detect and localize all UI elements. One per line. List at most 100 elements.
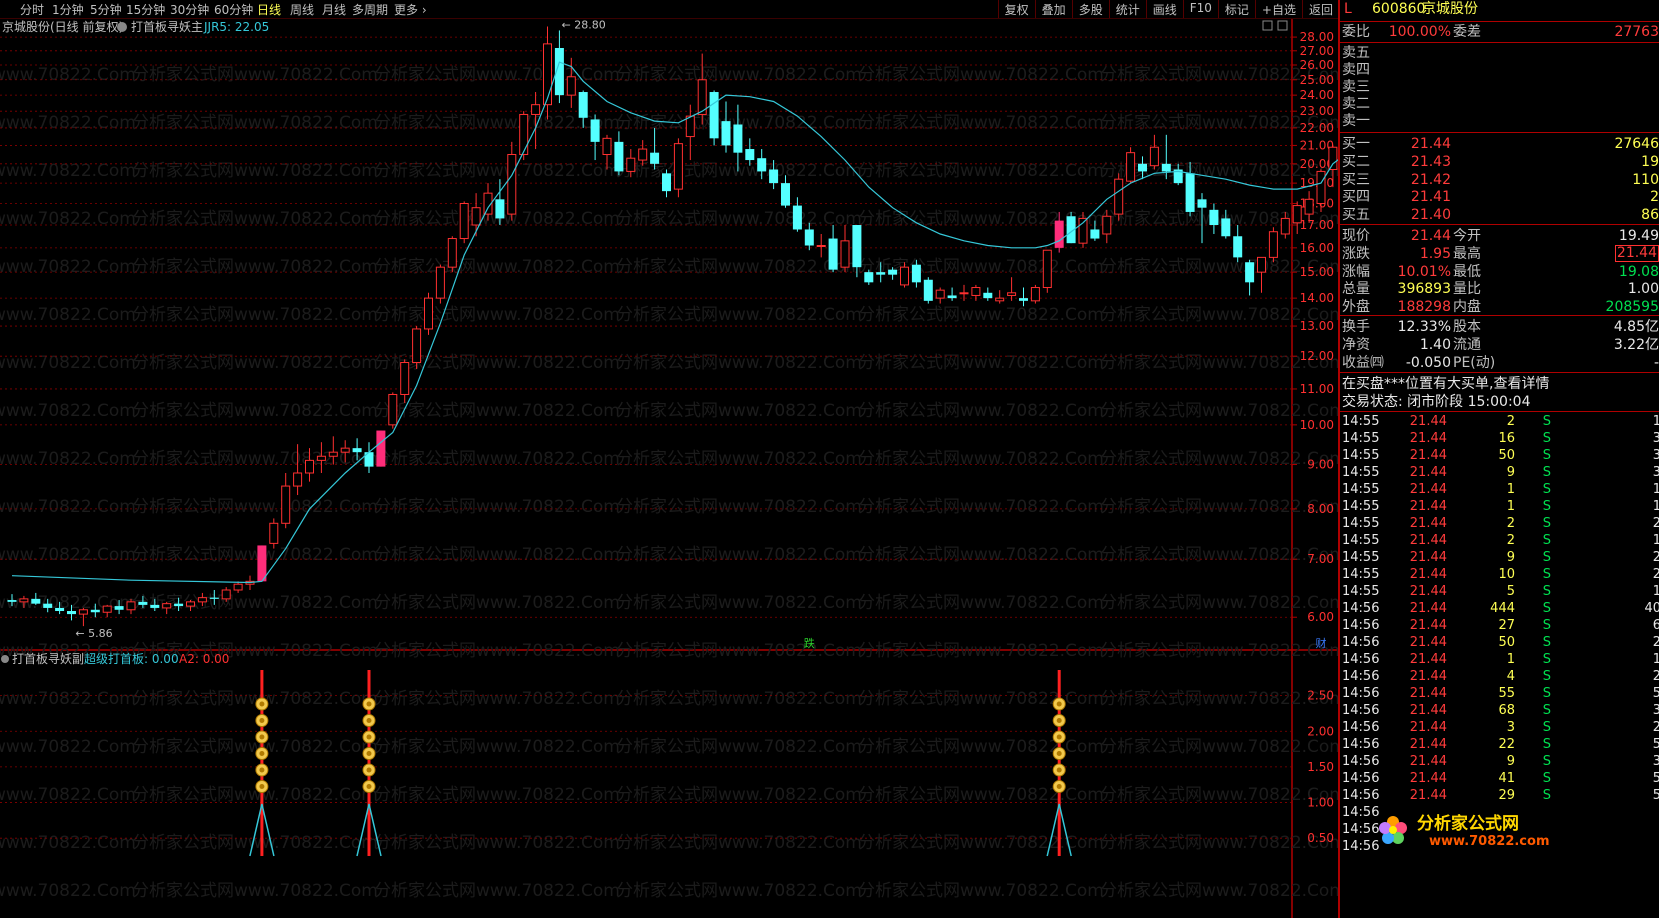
expand-icon[interactable] <box>1277 20 1288 31</box>
watermark-text: 分析家公式网www.70822.Com <box>132 545 378 565</box>
tick-row-22: 14:56 21.44 29 S 5 <box>1340 787 1659 805</box>
tick-volume: 5 <box>1506 584 1515 599</box>
period-tab-7[interactable]: 周线 <box>290 1 314 18</box>
watermark-text: 分析家公式网www.70822.Com <box>0 113 136 133</box>
bid-volume: 19 <box>1641 153 1659 170</box>
tick-count: 6 <box>1653 617 1659 635</box>
money-bag-mark-icon <box>259 718 265 723</box>
tool-button-8[interactable]: 返回 <box>1301 0 1339 18</box>
tick-time: 14:56 <box>1342 703 1380 718</box>
period-tab-1[interactable]: 1分钟 <box>52 1 84 18</box>
watermark-text: 分析家公式网www.70822.Com <box>858 497 1104 517</box>
tick-count: 1 <box>1653 481 1659 499</box>
watermark-text: 分析家公式网www.70822.Com <box>616 833 862 853</box>
period-tab-9[interactable]: 多周期 <box>352 1 388 18</box>
bid-price: 21.40 <box>1410 207 1451 224</box>
candle-body <box>102 605 112 613</box>
stat2-value: -0.050 <box>1405 354 1451 371</box>
candle-body <box>233 583 243 591</box>
candlestick-chart[interactable]: 分析家公式网www.70822.Com分析家公式网www.70822.Com分析… <box>0 0 1338 918</box>
tool-button-5[interactable]: F10 <box>1182 0 1218 18</box>
period-tab-5[interactable]: 60分钟 <box>214 1 253 18</box>
bid-price: 21.42 <box>1410 171 1451 188</box>
watermark-text: 分析家公式网www.70822.Com <box>132 881 378 901</box>
candle-body <box>316 455 326 461</box>
tool-button-6[interactable]: 标记 <box>1217 0 1255 18</box>
stat2-row-1: 净资 1.40 流通 3.22亿 <box>1340 336 1659 354</box>
money-bag-mark-icon <box>259 784 265 789</box>
tick-side: S <box>1542 482 1551 497</box>
tick-volume: 41 <box>1498 771 1515 786</box>
period-tab-2[interactable]: 5分钟 <box>90 1 122 18</box>
sub-y-tick-label: 1.50 <box>1307 760 1334 774</box>
money-bag-mark-icon <box>1056 734 1062 740</box>
candle-body <box>578 92 588 118</box>
tick-count: 2 <box>1653 719 1659 737</box>
tool-button-2[interactable]: 多股 <box>1071 0 1109 18</box>
tick-price: 21.44 <box>1409 414 1447 429</box>
watermark-text: 分析家公式网www.70822.Com <box>374 833 620 853</box>
candle-body <box>90 609 100 613</box>
watermark-text: 分析家公式网www.70822.Com <box>858 65 1104 85</box>
tick-volume: 1 <box>1506 482 1515 497</box>
money-bag-mark-icon <box>259 751 265 756</box>
stat-value-2: 21.44 <box>1614 244 1659 262</box>
watermark-text: 分析家公式网www.70822.Com <box>374 593 620 613</box>
tool-button-4[interactable]: 画线 <box>1145 0 1183 18</box>
candle-body <box>1185 173 1195 212</box>
candle-body <box>1030 287 1040 302</box>
settings-icon[interactable] <box>1262 20 1273 31</box>
sub-toggle-icon[interactable] <box>1 655 9 663</box>
quote-panel: L 600860 京城股份 委比 100.00% 委差 27763 卖五 卖四 卖三 卖二 卖一 买一 2… <box>1338 0 1659 918</box>
stat-value-2: 1.00 <box>1627 281 1659 298</box>
candle-body <box>531 104 541 115</box>
tool-button-0[interactable]: 复权 <box>997 0 1035 18</box>
big-order-link[interactable]: 在买盘***位置有大买单,查看详情 <box>1342 375 1549 393</box>
watermark-text: 分析家公式网www.70822.Com <box>858 305 1104 325</box>
tick-side: S <box>1542 567 1551 582</box>
tick-side: S <box>1542 618 1551 633</box>
tick-time: 14:55 <box>1342 448 1380 463</box>
period-tab-4[interactable]: 30分钟 <box>170 1 209 18</box>
tool-button-7[interactable]: +自选 <box>1254 0 1302 18</box>
watermark-text: 分析家公式网www.70822.Com <box>858 113 1104 133</box>
candle-body <box>971 287 981 296</box>
bid-volume: 27646 <box>1614 136 1659 152</box>
tick-row-10: 14:55 21.44 5 S 1 <box>1340 583 1659 601</box>
money-bag-mark-icon <box>1056 784 1062 789</box>
watermark-text: 分析家公式网www.70822.Com <box>616 65 862 85</box>
candle-body <box>959 292 969 295</box>
candle-body <box>745 149 755 161</box>
event-marker-0[interactable]: 跌 <box>804 636 815 650</box>
stat2-value-2: 4.85亿 <box>1613 319 1659 335</box>
candle-body <box>495 199 505 219</box>
tick-count: 3 <box>1653 464 1659 482</box>
period-tab-0[interactable]: 分时 <box>20 1 44 18</box>
period-tab-8[interactable]: 月线 <box>322 1 346 18</box>
period-tab-6[interactable]: 日线 <box>257 1 281 18</box>
candle-body <box>566 76 576 96</box>
watermark-text: 分析家公式网www.70822.Com <box>616 593 862 613</box>
stat-label: 涨跌 <box>1342 245 1370 262</box>
flower-logo-icon: 分析家公式网 www.70822.com <box>1379 813 1550 849</box>
event-marker-1[interactable]: 财 <box>1316 636 1327 650</box>
tick-price: 21.44 <box>1409 669 1447 684</box>
money-bag-mark-icon <box>259 734 265 740</box>
stat2-label-2: 流通 <box>1453 336 1481 353</box>
tick-time: 14:55 <box>1342 550 1380 565</box>
money-bag-mark-icon <box>366 784 372 789</box>
tool-button-1[interactable]: 叠加 <box>1034 0 1072 18</box>
y-tick-label: 24.00 <box>1300 88 1334 102</box>
bid-volume: 110 <box>1632 171 1659 188</box>
candle-body <box>1102 215 1112 235</box>
period-tab-10[interactable]: 更多 › <box>394 1 427 18</box>
tick-time: 14:56 <box>1342 771 1380 786</box>
candle-body <box>828 238 838 270</box>
tool-button-3[interactable]: 统计 <box>1108 0 1146 18</box>
watermark-text: 分析家公式网www.70822.Com <box>374 449 620 469</box>
watermark-text: 分析家公式网www.70822.Com <box>1100 689 1338 709</box>
tick-price: 21.44 <box>1409 703 1447 718</box>
period-tab-3[interactable]: 15分钟 <box>126 1 165 18</box>
watermark-text: 分析家公式网www.70822.Com <box>616 497 862 517</box>
indicator-toggle-icon[interactable] <box>117 22 127 32</box>
